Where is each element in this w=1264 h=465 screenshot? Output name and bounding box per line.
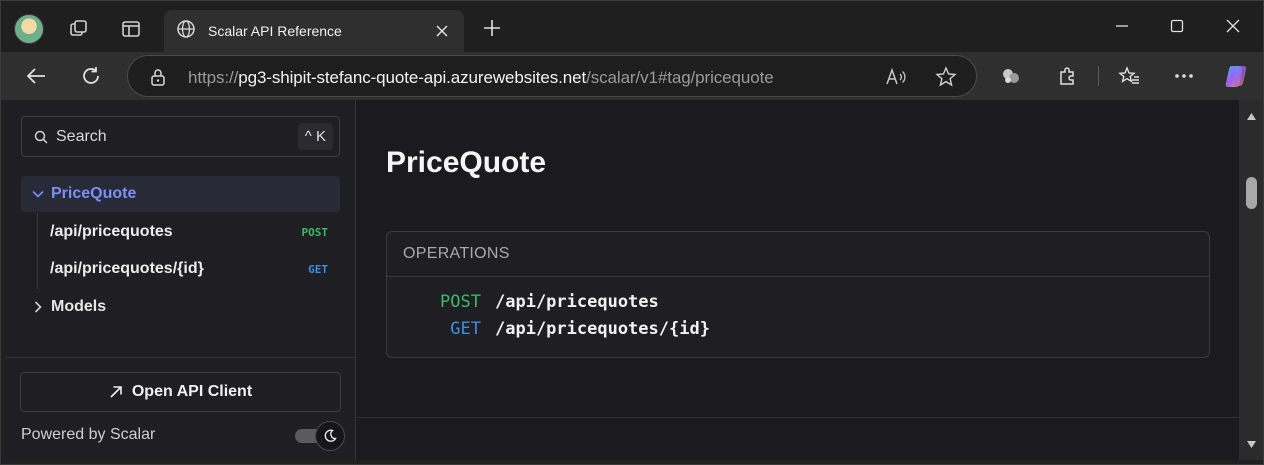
workspaces-icon[interactable] bbox=[66, 16, 92, 42]
close-icon[interactable] bbox=[432, 21, 452, 41]
browser-toolbar: https://pg3-shipit-stefanc-quote-api.azu… bbox=[0, 52, 1264, 100]
operations-card: OPERATIONS POST /api/pricequotes GET /ap… bbox=[386, 231, 1210, 358]
page-title: PriceQuote bbox=[386, 146, 547, 179]
maximize-icon[interactable] bbox=[1163, 12, 1191, 40]
main-content: PriceQuote OPERATIONS POST /api/pricequo… bbox=[357, 100, 1239, 460]
sidebar-footer: Open API Client Powered by Scalar bbox=[6, 357, 356, 460]
extensions-icon[interactable] bbox=[997, 62, 1025, 90]
back-icon[interactable] bbox=[22, 62, 50, 90]
sidebar-operation-post-pricequotes[interactable]: /api/pricequotes POST bbox=[50, 214, 340, 250]
scroll-thumb[interactable] bbox=[1246, 177, 1257, 209]
operation-path: /api/pricequotes/{id} bbox=[495, 319, 710, 339]
minimize-icon[interactable] bbox=[1108, 12, 1136, 40]
page-viewport: Search ^ K PriceQuote /api/pricequotes P… bbox=[6, 100, 1239, 460]
search-label: Search bbox=[56, 127, 107, 145]
vertical-scrollbar[interactable] bbox=[1239, 100, 1264, 460]
browser-tab[interactable]: Scalar API Reference bbox=[164, 10, 464, 52]
search-icon bbox=[34, 130, 48, 144]
tab-title: Scalar API Reference bbox=[208, 23, 342, 39]
search-input[interactable]: Search ^ K bbox=[21, 116, 340, 157]
sidebar-item-pricequote[interactable]: PriceQuote bbox=[21, 176, 340, 212]
plus-icon[interactable] bbox=[480, 16, 504, 40]
toolbar-separator bbox=[1098, 66, 1099, 86]
lock-icon[interactable] bbox=[146, 65, 170, 89]
window-close-icon[interactable] bbox=[1219, 12, 1247, 40]
favorite-star-icon[interactable] bbox=[934, 65, 958, 89]
method-badge-get: GET bbox=[308, 262, 328, 276]
puzzle-icon[interactable] bbox=[1053, 62, 1081, 90]
operation-path: /api/pricequotes/{id} bbox=[50, 260, 204, 277]
sidebar-item-label: Models bbox=[51, 298, 107, 315]
sidebar-operation-get-pricequote-by-id[interactable]: /api/pricequotes/{id} GET bbox=[50, 251, 340, 287]
operations-header: OPERATIONS bbox=[387, 232, 1209, 277]
url-text: https://pg3-shipit-stefanc-quote-api.azu… bbox=[188, 68, 774, 87]
sidebar-item-models[interactable]: Models bbox=[21, 289, 340, 325]
scroll-down-icon[interactable] bbox=[1245, 438, 1258, 451]
profile-avatar[interactable] bbox=[14, 14, 44, 44]
operation-method: POST bbox=[440, 292, 481, 312]
globe-icon bbox=[176, 19, 196, 44]
dark-mode-toggle[interactable] bbox=[295, 421, 345, 451]
operation-path: /api/pricequotes bbox=[50, 223, 173, 240]
chevron-right-icon bbox=[34, 301, 42, 313]
copilot-icon[interactable] bbox=[1222, 62, 1250, 90]
operation-method: GET bbox=[450, 319, 481, 339]
tab-actions-icon[interactable] bbox=[118, 16, 144, 42]
title-bar: Scalar API Reference bbox=[0, 0, 1264, 58]
operation-row-get[interactable]: GET /api/pricequotes/{id} bbox=[387, 319, 1211, 345]
search-shortcut-badge: ^ K bbox=[297, 123, 333, 150]
address-bar[interactable]: https://pg3-shipit-stefanc-quote-api.azu… bbox=[127, 55, 977, 97]
chevron-down-icon bbox=[32, 190, 44, 198]
tree-guide-line bbox=[37, 213, 38, 289]
open-api-client-label: Open API Client bbox=[131, 383, 253, 400]
powered-by-link[interactable]: Powered by Scalar bbox=[21, 426, 155, 444]
more-icon[interactable] bbox=[1170, 62, 1198, 90]
sidebar: Search ^ K PriceQuote /api/pricequotes P… bbox=[6, 100, 356, 460]
operation-row-post[interactable]: POST /api/pricequotes bbox=[387, 292, 1211, 318]
scroll-up-icon[interactable] bbox=[1245, 110, 1258, 123]
favorites-icon[interactable] bbox=[1115, 62, 1143, 90]
moon-icon bbox=[315, 421, 345, 451]
method-badge-post: POST bbox=[301, 225, 329, 239]
operation-path: /api/pricequotes bbox=[495, 292, 659, 312]
read-aloud-icon[interactable] bbox=[884, 65, 908, 89]
open-api-client-button[interactable]: Open API Client bbox=[20, 372, 341, 412]
refresh-icon[interactable] bbox=[77, 62, 105, 90]
arrow-up-right-icon bbox=[110, 386, 122, 398]
section-divider bbox=[357, 417, 1239, 418]
sidebar-item-label: PriceQuote bbox=[51, 185, 137, 202]
